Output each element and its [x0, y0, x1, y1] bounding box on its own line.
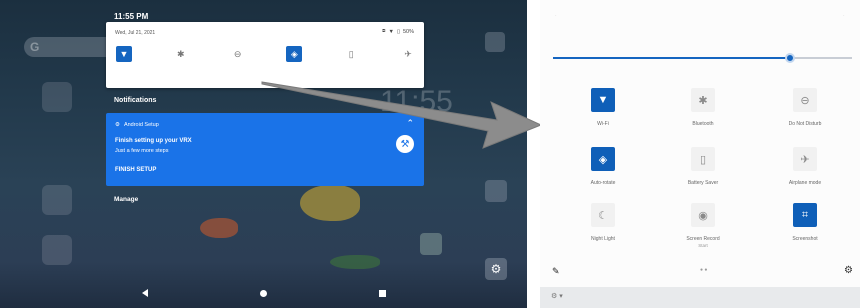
- wifi-status-icon: ▼: [388, 28, 394, 35]
- settings-gear-icon[interactable]: ⚙: [844, 265, 853, 276]
- gear-icon: ⚙: [115, 122, 120, 128]
- tile-label: Battery Saver: [687, 180, 719, 186]
- navigation-bar: [0, 278, 527, 308]
- tile-do-not-disturb[interactable]: ⊖ Do Not Disturb: [760, 88, 850, 128]
- tile-label: Screen Record: [686, 236, 720, 242]
- brightness-slider-thumb[interactable]: [785, 53, 795, 63]
- auto-rotate-icon: ◈: [591, 147, 615, 171]
- do-not-disturb-icon: ⊖: [793, 88, 817, 112]
- battery-saver-icon: ▯: [691, 147, 715, 171]
- setup-notification[interactable]: ⚙ Android Setup ⌃ ⚒ Finish setting up yo…: [106, 113, 424, 186]
- google-logo-icon: G: [30, 40, 40, 54]
- auto-rotate-icon: ◈: [290, 48, 298, 59]
- tablet-screenshot: G ⚙ 11:55 11:55 PM Wed, Jul 21, 2021 ⧈ ▼…: [0, 0, 527, 308]
- tile-night-light[interactable]: ☾ Night Light: [558, 203, 648, 243]
- wallpaper-fish: [200, 218, 238, 238]
- notification-app-name: Android Setup: [123, 122, 159, 128]
- airplane-mode-tile[interactable]: ✈: [400, 46, 416, 62]
- tile-bluetooth[interactable]: ✱ Bluetooth: [658, 88, 748, 128]
- quick-tiles-row: ▼ ✱ ⊖ ◈ ▯ ✈: [116, 46, 416, 62]
- date-label: Wed, Jul 21, 2021: [115, 30, 156, 36]
- page-indicator: ● ●: [700, 267, 708, 273]
- play-store-icon[interactable]: [420, 233, 442, 255]
- wifi-tile[interactable]: ▼: [116, 46, 132, 62]
- tile-label: Night Light: [591, 236, 615, 242]
- tile-wi-fi[interactable]: ▼ Wi-Fi: [558, 88, 648, 128]
- edit-pencil-icon[interactable]: ✎: [552, 266, 560, 277]
- camera-app-icon[interactable]: [485, 32, 505, 52]
- status-icons: ⧈ ▼ ▯ 50%: [382, 28, 414, 35]
- tile-label: Auto-rotate: [590, 180, 616, 186]
- battery-status-icon: ▯: [396, 28, 400, 35]
- do-not-disturb-tile[interactable]: ⊖: [230, 46, 246, 62]
- tile-auto-rotate[interactable]: ◈ Auto-rotate: [558, 147, 648, 187]
- tile-sublabel: Start: [698, 243, 708, 248]
- wallpaper-fish: [300, 185, 360, 221]
- quick-settings-panel: Wed, Jul 21, 2021 ⧈ ▼ ▯ 50% ▼ ✱ ⊖ ◈ ▯ ✈: [106, 22, 424, 88]
- screen-record-icon: ◉: [691, 203, 715, 227]
- app-icon[interactable]: [42, 235, 72, 265]
- manage-button[interactable]: Manage: [114, 196, 138, 203]
- wrench-icon: ⚒: [396, 135, 414, 153]
- night-light-icon: ☾: [591, 203, 615, 227]
- notification-title: Finish setting up your VRX: [115, 138, 192, 144]
- screenshot-icon: ⌗: [793, 203, 817, 227]
- bluetooth-tile[interactable]: ✱: [173, 46, 189, 62]
- finish-setup-button[interactable]: FINISH SETUP: [115, 167, 156, 173]
- notifications-heading: Notifications: [114, 97, 157, 104]
- back-icon[interactable]: [141, 289, 148, 297]
- airplane-mode-icon: ✈: [404, 48, 412, 59]
- tile-airplane-mode[interactable]: ✈ Airplane mode: [760, 147, 850, 187]
- folder-app-icon[interactable]: [485, 180, 507, 202]
- notification-app: ⚙ Android Setup: [115, 122, 159, 128]
- wifi-icon: ▼: [591, 88, 615, 112]
- tile-label: Airplane mode: [788, 180, 822, 186]
- notification-subtitle: Just a few more steps: [115, 148, 169, 154]
- chevron-up-icon[interactable]: ⌃: [406, 118, 414, 129]
- wallpaper-seaweed: [330, 255, 380, 269]
- auto-rotate-tile[interactable]: ◈: [286, 46, 303, 62]
- battery-saver-icon: ▯: [348, 48, 354, 59]
- home-icon[interactable]: [259, 289, 267, 297]
- brightness-slider-track[interactable]: [790, 57, 852, 59]
- battery-saver-tile[interactable]: ▯: [343, 46, 359, 62]
- app-icon[interactable]: [42, 82, 72, 112]
- tile-battery-saver[interactable]: ▯ Battery Saver: [658, 147, 748, 187]
- bluetooth-icon: ✱: [691, 88, 715, 112]
- brightness-slider-fill: [553, 57, 790, 59]
- bottom-strip: [540, 287, 860, 308]
- airplane-mode-icon: ✈: [793, 147, 817, 171]
- tile-label: Do Not Disturb: [788, 121, 822, 127]
- settings-app-icon[interactable]: ⚙: [485, 258, 507, 280]
- battery-percent: 50%: [402, 28, 414, 35]
- tile-label: Bluetooth: [692, 121, 714, 127]
- faint-status-left: ·: [555, 13, 557, 19]
- bluetooth-icon: ✱: [177, 48, 185, 59]
- bottom-gear-icon: ⚙ ▾: [551, 293, 563, 300]
- tile-screenshot[interactable]: ⌗ Screenshot: [760, 203, 850, 243]
- recents-icon[interactable]: [378, 289, 386, 297]
- tile-label: Wi-Fi: [597, 121, 609, 127]
- app-icon[interactable]: [42, 185, 72, 215]
- wifi-icon: ▼: [119, 49, 129, 59]
- status-time: 11:55 PM: [114, 12, 149, 21]
- tile-screen-record[interactable]: ◉ Screen Record Start: [658, 203, 748, 249]
- tile-label: Screenshot: [792, 236, 818, 242]
- do-not-disturb-icon: ⊖: [233, 48, 242, 59]
- faint-status-right: ·: [843, 13, 845, 19]
- vibrate-icon: ⧈: [382, 28, 386, 34]
